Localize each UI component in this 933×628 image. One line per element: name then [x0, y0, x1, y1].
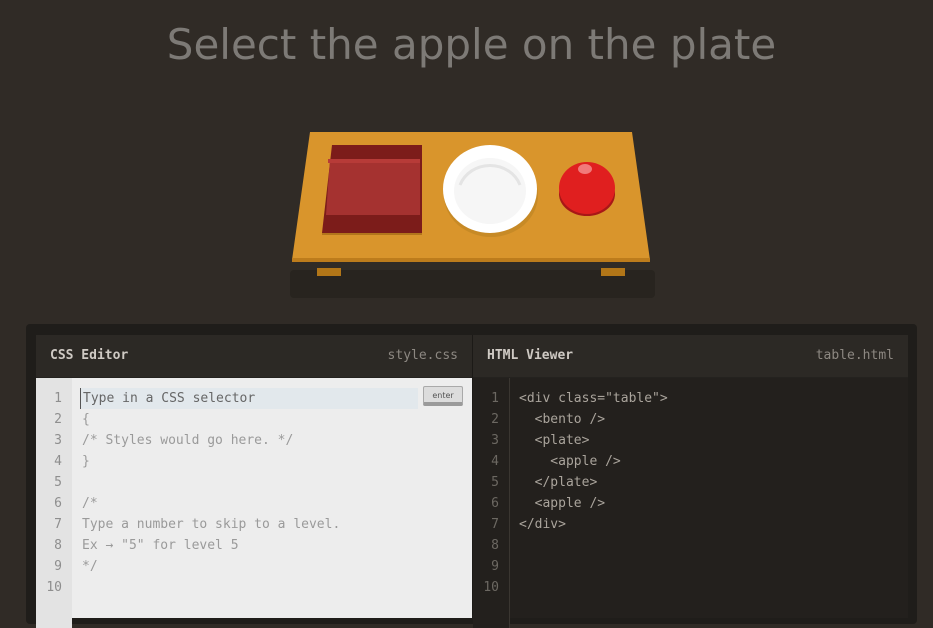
code-line: { [82, 412, 90, 427]
html-markup-line[interactable]: <bento /> [519, 409, 668, 430]
line-number: 10 [46, 580, 62, 595]
apple[interactable] [557, 160, 617, 218]
plate[interactable] [443, 145, 539, 237]
code-line: /* Styles would go here. */ [82, 433, 294, 448]
code-line: */ [82, 559, 98, 574]
line-number: 1 [491, 391, 499, 406]
line-number: 10 [483, 580, 499, 595]
html-viewer-body: 1 2 3 4 5 6 7 8 9 10 <div class="table">… [473, 378, 908, 628]
line-number: 2 [54, 412, 62, 427]
line-number: 3 [491, 433, 499, 448]
css-editor-title: CSS Editor [50, 348, 129, 363]
line-number: 6 [54, 496, 62, 511]
code-line: Ex → "5" for level 5 [82, 538, 239, 553]
html-line-gutter: 1 2 3 4 5 6 7 8 9 10 [473, 378, 510, 628]
html-markup-line[interactable]: <div class="table"> [519, 388, 668, 409]
html-viewer-title: HTML Viewer [487, 348, 574, 363]
html-markup-line [519, 535, 668, 556]
line-number: 8 [491, 538, 499, 553]
html-markup-line [519, 577, 668, 598]
html-file-name: table.html [815, 348, 894, 363]
css-file-name: style.css [387, 348, 458, 363]
line-number: 7 [491, 517, 499, 532]
line-number: 4 [54, 454, 62, 469]
line-number: 4 [491, 454, 499, 469]
editor-container: CSS Editor style.css 1 2 3 4 5 6 7 8 9 1… [26, 324, 917, 628]
line-number: 9 [54, 559, 62, 574]
line-number: 5 [491, 475, 499, 490]
html-viewer: HTML Viewer table.html 1 2 3 4 5 6 7 8 9… [472, 335, 908, 628]
html-code: <div class="table"> <bento /> <plate> <a… [519, 388, 668, 598]
code-line: Type a number to skip to a level. [82, 517, 341, 532]
css-editor-header: CSS Editor style.css [36, 335, 472, 378]
html-markup-line [519, 556, 668, 577]
table-scene [0, 0, 933, 320]
css-code: { /* Styles would go here. */ } /* Type … [82, 409, 340, 577]
css-editor: CSS Editor style.css 1 2 3 4 5 6 7 8 9 1… [36, 335, 472, 628]
bento[interactable] [322, 145, 422, 235]
css-line-gutter: 1 2 3 4 5 6 7 8 9 10 [36, 378, 72, 628]
code-line: } [82, 454, 90, 469]
css-selector-input[interactable] [80, 388, 418, 409]
html-markup-line[interactable]: <plate> [519, 430, 668, 451]
css-editor-body: 1 2 3 4 5 6 7 8 9 10 enter { /* Styles w… [36, 378, 472, 628]
line-number: 3 [54, 433, 62, 448]
line-number: 2 [491, 412, 499, 427]
table-leg-right [601, 268, 625, 276]
line-number: 5 [54, 475, 62, 490]
line-number: 1 [54, 391, 62, 406]
table-leg-left [317, 268, 341, 276]
line-number: 9 [491, 559, 499, 574]
html-markup-line[interactable]: <apple /> [519, 493, 668, 514]
html-markup-line[interactable]: <apple /> [519, 451, 668, 472]
html-markup-line[interactable]: </div> [519, 514, 668, 535]
line-number: 7 [54, 517, 62, 532]
enter-button[interactable]: enter [423, 386, 463, 406]
html-viewer-header: HTML Viewer table.html [473, 335, 908, 378]
html-markup-line[interactable]: </plate> [519, 472, 668, 493]
line-number: 8 [54, 538, 62, 553]
line-number: 6 [491, 496, 499, 511]
code-line: /* [82, 496, 98, 511]
